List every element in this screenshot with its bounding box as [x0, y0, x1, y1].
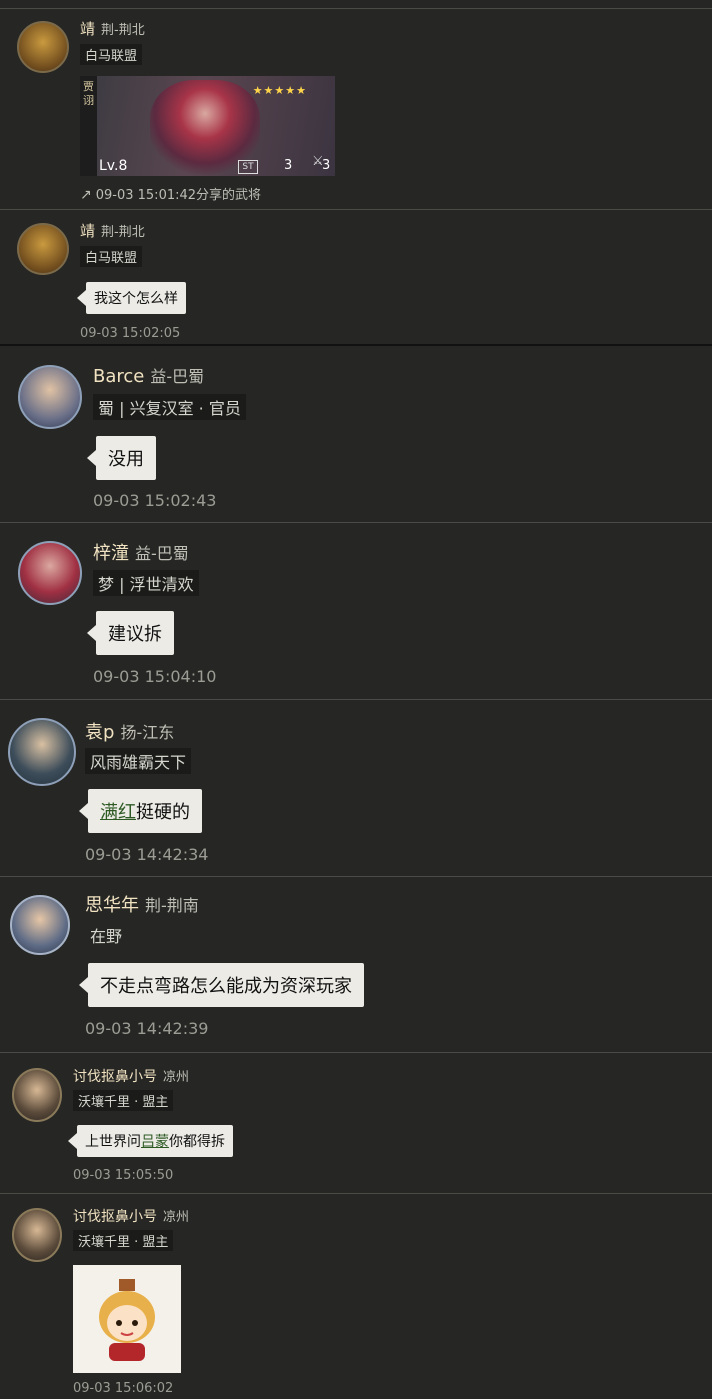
sender-region: 荆-荆南: [145, 896, 199, 915]
avatar[interactable]: [17, 223, 69, 275]
sender-name-text: 讨伐抠鼻小号: [73, 1069, 157, 1085]
divider: [0, 1193, 712, 1194]
divider: [0, 876, 712, 877]
avatar[interactable]: [8, 718, 76, 786]
sender-name-text: Barce: [93, 366, 145, 387]
message-bubble[interactable]: 没用: [87, 436, 156, 480]
sender-name[interactable]: 袁p 扬-江东: [85, 718, 174, 744]
sender-region: 扬-江东: [120, 723, 175, 742]
sender-name[interactable]: 梓潼 益-巴蜀: [93, 539, 189, 565]
sender-name-text: 讨伐抠鼻小号: [73, 1209, 157, 1225]
message-text-post: 你都得拆: [169, 1134, 225, 1150]
alliance-tag: 梦 | 浮世清欢: [93, 570, 199, 596]
avatar[interactable]: [10, 895, 70, 955]
sender-name[interactable]: 讨伐抠鼻小号 凉州: [73, 1206, 189, 1226]
hero-mention-link[interactable]: 满红: [100, 802, 136, 823]
sender-region: 益-巴蜀: [135, 544, 189, 563]
chat-feed: 靖荆-荆北 白马联盟 贾诩 ★★★★★ Lv.8 ST 3 ⚔ 3 ↗ 09-03…: [0, 0, 712, 1399]
screenshot-seam: [0, 344, 712, 346]
hero-stat-2: 3: [322, 158, 331, 173]
hero-stat-1: 3: [284, 158, 293, 173]
hero-mention-link[interactable]: 吕蒙: [141, 1134, 169, 1150]
message-bubble[interactable]: 满红挺硬的: [79, 789, 202, 833]
divider: [0, 8, 712, 9]
share-caption: ↗ 09-03 15:01:42分享的武将: [80, 184, 261, 203]
shared-hero-card[interactable]: 贾诩 ★★★★★ Lv.8 ST 3 ⚔ 3: [80, 76, 335, 176]
avatar[interactable]: [18, 365, 82, 429]
message-bubble[interactable]: 上世界问吕蒙你都得拆: [68, 1125, 233, 1157]
alliance-tag: 在野: [90, 927, 123, 946]
sender-name-text: 思华年: [85, 895, 139, 916]
alliance-tag: 白马联盟: [80, 246, 143, 267]
divider: [0, 1052, 712, 1053]
sender-name-text: 袁p: [85, 722, 115, 743]
message-time: 09-03 15:04:10: [93, 667, 217, 686]
message-text-pre: 上世界问: [85, 1134, 141, 1150]
message-bubble[interactable]: 不走点弯路怎么能成为资深玩家: [79, 963, 364, 1007]
avatar[interactable]: [18, 541, 82, 605]
alliance-tag: 沃壤千里 · 盟主: [73, 1090, 174, 1111]
hero-level: Lv.8: [99, 158, 128, 174]
message-time: 09-03 15:05:50: [73, 1168, 174, 1183]
sender-region: 凉州: [163, 1070, 190, 1085]
hero-name-label: 贾诩: [80, 76, 97, 176]
sender-region: 荆-荆北: [101, 225, 145, 240]
message-time: 09-03 15:06:02: [73, 1381, 174, 1396]
message-time: 09-03 14:42:39: [85, 1019, 209, 1038]
message-bubble[interactable]: 建议拆: [87, 611, 174, 655]
alliance-tag: 白马联盟: [80, 44, 143, 65]
sender-region: 凉州: [163, 1210, 190, 1225]
divider: [0, 522, 712, 523]
message-time: 09-03 14:42:34: [85, 845, 209, 864]
avatar[interactable]: [17, 21, 69, 73]
message-text: 挺硬的: [136, 802, 190, 823]
sender-name-text: 梓潼: [93, 543, 129, 564]
sticker-chibi-icon: [99, 1279, 155, 1361]
rank-icon: ST: [238, 160, 258, 174]
divider: [0, 699, 712, 700]
star-rating-icon: ★★★★★: [252, 84, 307, 97]
message-time: 09-03 15:02:05: [80, 326, 181, 341]
sender-name-text: 靖: [80, 222, 96, 240]
avatar[interactable]: [12, 1208, 62, 1262]
divider: [0, 209, 712, 210]
alliance-tag: 沃壤千里 · 盟主: [73, 1230, 174, 1251]
sender-region: 荆-荆北: [101, 23, 145, 38]
avatar[interactable]: [12, 1068, 62, 1122]
sender-name[interactable]: 靖荆-荆北: [80, 18, 145, 39]
share-icon: ↗: [80, 187, 92, 203]
message-time: 09-03 15:02:43: [93, 491, 217, 510]
sticker-emoji[interactable]: [73, 1265, 181, 1373]
sender-name[interactable]: 思华年 荆-荆南: [85, 891, 199, 917]
message-bubble[interactable]: 我这个怎么样: [77, 282, 186, 314]
sender-name[interactable]: 讨伐抠鼻小号 凉州: [73, 1066, 189, 1086]
share-caption-text: 09-03 15:01:42分享的武将: [95, 188, 262, 203]
alliance-tag: 蜀 | 兴复汉室 · 官员: [93, 394, 246, 420]
alliance-tag: 风雨雄霸天下: [85, 748, 192, 774]
sender-region: 益-巴蜀: [150, 367, 205, 386]
sender-name-text: 靖: [80, 20, 96, 38]
sender-name[interactable]: 靖荆-荆北: [80, 220, 145, 241]
sender-name[interactable]: Barce 益-巴蜀: [93, 363, 204, 387]
